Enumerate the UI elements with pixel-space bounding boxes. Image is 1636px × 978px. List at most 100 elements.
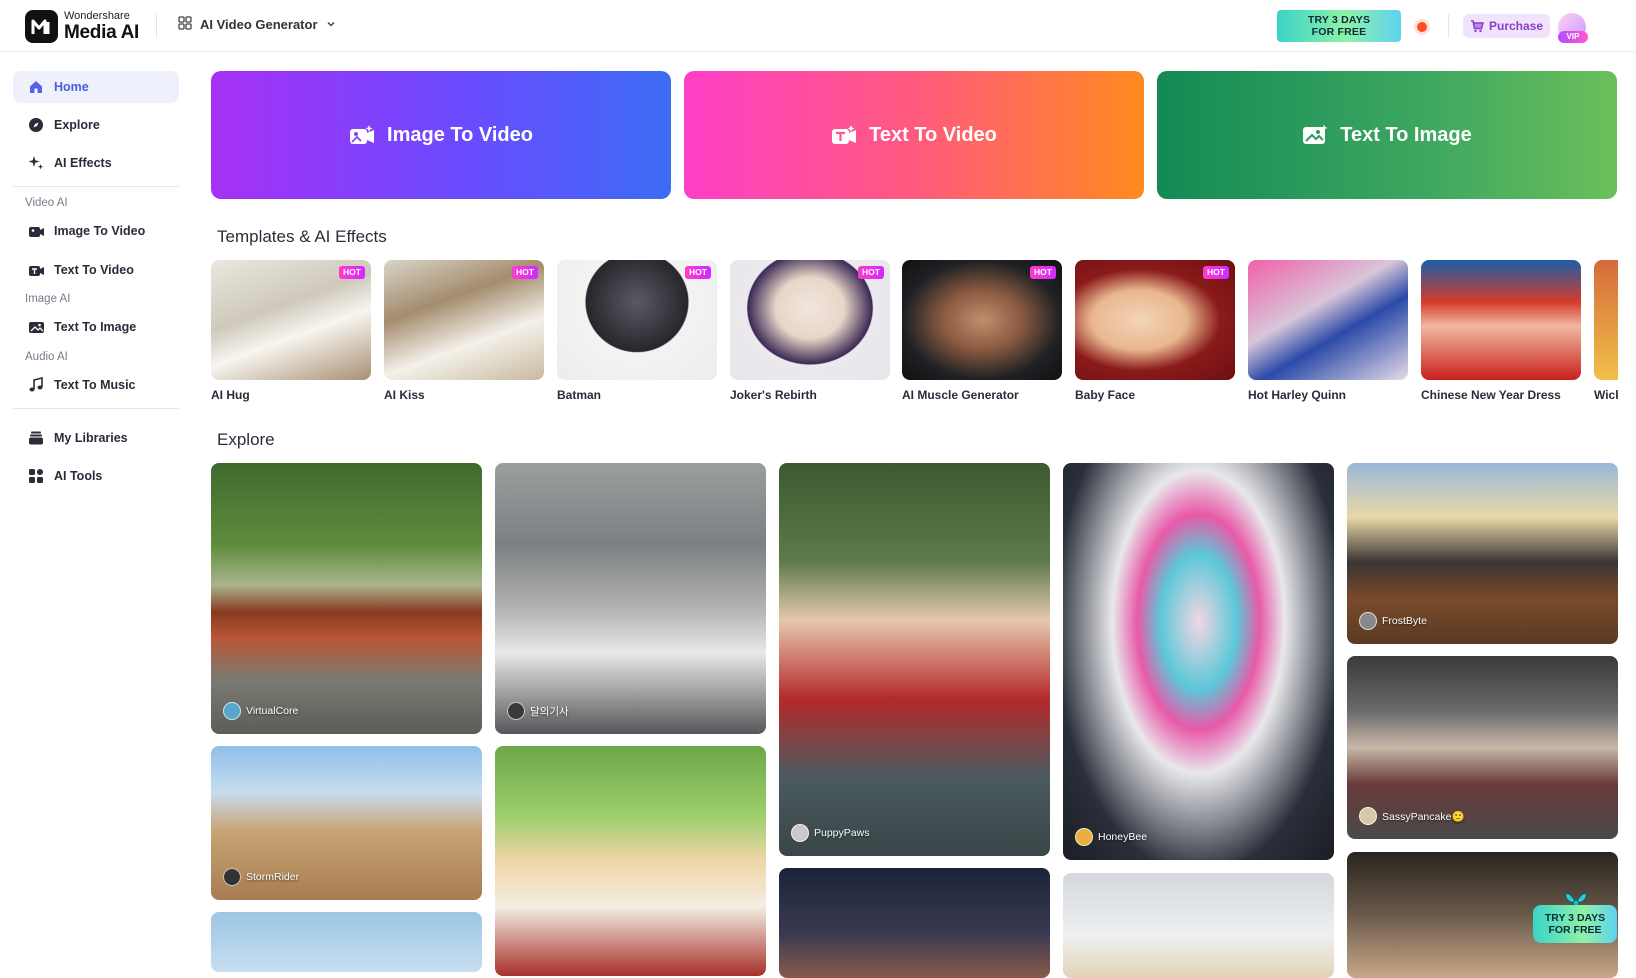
tool-switcher-dropdown[interactable]: AI Video Generator bbox=[178, 16, 336, 33]
tools-grid-icon bbox=[27, 467, 45, 485]
sidebar-divider bbox=[13, 408, 179, 409]
explore-card[interactable]: FrostByte bbox=[1347, 463, 1618, 644]
purchase-button[interactable]: Purchase bbox=[1463, 14, 1550, 38]
sidebar-item-text-to-music[interactable]: Text To Music bbox=[13, 369, 179, 401]
explore-card[interactable] bbox=[1063, 873, 1334, 978]
author-name: FrostByte bbox=[1382, 615, 1427, 627]
brand-product: Media AI bbox=[64, 22, 140, 43]
template-thumbnail: HOT bbox=[1075, 260, 1235, 380]
promo-line-2-free: FREE bbox=[1573, 924, 1602, 936]
text-video-icon bbox=[27, 261, 45, 279]
top-header: Wondershare Media AI AI Video Generator … bbox=[0, 0, 1636, 52]
header-divider-2 bbox=[1448, 14, 1449, 38]
template-thumbnail bbox=[1594, 260, 1618, 380]
sidebar-item-my-libraries[interactable]: My Libraries bbox=[13, 422, 179, 454]
hero-text-to-image-button[interactable]: Text To Image bbox=[1157, 71, 1617, 199]
tool-switcher-label: AI Video Generator bbox=[200, 17, 318, 32]
sidebar-item-label: Home bbox=[54, 80, 89, 94]
template-name: Wick bbox=[1594, 388, 1618, 402]
promo-line-1: TRY 3 DAYS bbox=[1544, 912, 1606, 924]
chevron-down-icon bbox=[326, 17, 336, 32]
trial-line-1: TRY 3 DAYS bbox=[1307, 14, 1371, 26]
template-thumbnail: HOT bbox=[730, 260, 890, 380]
author-avatar bbox=[507, 702, 525, 720]
hot-badge: HOT bbox=[339, 266, 365, 279]
template-card-baby-face[interactable]: HOT Baby Face bbox=[1075, 260, 1235, 402]
text-image-icon bbox=[1303, 124, 1328, 144]
sidebar-item-image-to-video[interactable]: Image To Video bbox=[13, 215, 179, 247]
text-image-icon bbox=[27, 318, 45, 336]
apps-grid-icon bbox=[178, 16, 192, 33]
author-name: VirtualCore bbox=[246, 705, 299, 717]
hero-text-to-video-button[interactable]: Text To Video bbox=[684, 71, 1144, 199]
sidebar-item-explore[interactable]: Explore bbox=[13, 109, 179, 141]
sidebar-item-ai-effects[interactable]: AI Effects bbox=[13, 147, 179, 179]
hero-label: Text To Video bbox=[869, 123, 997, 146]
sidebar-divider bbox=[13, 186, 179, 187]
template-name: Batman bbox=[557, 388, 602, 402]
explore-card[interactable]: 달의기사 bbox=[495, 463, 766, 734]
hot-badge: HOT bbox=[1203, 266, 1229, 279]
sidebar-section-image-ai: Image AI bbox=[25, 293, 71, 305]
image-video-icon bbox=[350, 125, 375, 144]
music-note-icon bbox=[27, 376, 45, 394]
sidebar-item-label: My Libraries bbox=[54, 431, 128, 445]
template-card-ai-muscle-generator[interactable]: HOT AI Muscle Generator bbox=[902, 260, 1062, 402]
explore-card[interactable]: SassyPancake🙂 bbox=[1347, 656, 1618, 839]
sidebar-item-text-to-video[interactable]: Text To Video bbox=[13, 254, 179, 286]
template-name: Hot Harley Quinn bbox=[1248, 388, 1347, 402]
hero-label: Image To Video bbox=[387, 123, 533, 146]
library-icon bbox=[27, 429, 45, 447]
author-name: 달의기사 bbox=[530, 705, 569, 718]
explore-card[interactable] bbox=[211, 912, 482, 972]
hero-label: Text To Image bbox=[1340, 123, 1472, 146]
cart-icon bbox=[1470, 19, 1484, 32]
template-thumbnail bbox=[1248, 260, 1408, 380]
purchase-label: Purchase bbox=[1488, 19, 1544, 33]
explore-card[interactable]: VirtualCore bbox=[211, 463, 482, 734]
explore-card[interactable]: StormRider bbox=[211, 746, 482, 900]
explore-card[interactable] bbox=[779, 868, 1050, 978]
sidebar-item-text-to-image[interactable]: Text To Image bbox=[13, 311, 179, 343]
author-avatar bbox=[1359, 807, 1377, 825]
notification-dot-icon[interactable] bbox=[1417, 22, 1427, 32]
template-card-jokers-rebirth[interactable]: HOT Joker's Rebirth bbox=[730, 260, 890, 402]
template-thumbnail: HOT bbox=[211, 260, 371, 380]
free-trial-banner[interactable]: TRY 3 DAYS FOR FREE bbox=[1277, 10, 1401, 42]
sidebar-item-ai-tools[interactable]: AI Tools bbox=[13, 460, 179, 492]
template-thumbnail: HOT bbox=[902, 260, 1062, 380]
card-author: SassyPancake🙂 bbox=[1359, 807, 1465, 825]
author-name: SassyPancake🙂 bbox=[1382, 810, 1465, 823]
sidebar-section-video-ai: Video AI bbox=[25, 197, 68, 209]
author-avatar bbox=[1359, 612, 1377, 630]
trial-line-2-free: FREE bbox=[1337, 26, 1367, 38]
template-card-ai-hug[interactable]: HOT AI Hug bbox=[211, 260, 371, 402]
template-name: Baby Face bbox=[1075, 388, 1136, 402]
app-logo[interactable]: Wondershare Media AI bbox=[25, 10, 139, 43]
media-ai-logo-icon bbox=[25, 10, 58, 43]
templates-section-title: Templates & AI Effects bbox=[217, 227, 387, 246]
author-avatar bbox=[1075, 828, 1093, 846]
hero-image-to-video-button[interactable]: Image To Video bbox=[211, 71, 671, 199]
text-video-icon bbox=[832, 125, 857, 144]
vip-badge: VIP bbox=[1558, 31, 1588, 43]
template-card-batman[interactable]: HOT Batman bbox=[557, 260, 717, 402]
template-thumbnail: HOT bbox=[384, 260, 544, 380]
explore-card[interactable] bbox=[495, 746, 766, 976]
template-card-wick[interactable]: Wick bbox=[1594, 260, 1618, 402]
template-card-hot-harley-quinn[interactable]: Hot Harley Quinn bbox=[1248, 260, 1408, 402]
template-name: Joker's Rebirth bbox=[730, 388, 817, 402]
author-name: StormRider bbox=[246, 871, 300, 883]
template-name: Chinese New Year Dress bbox=[1421, 388, 1561, 402]
sidebar-item-label: AI Tools bbox=[54, 469, 103, 483]
floating-trial-promo[interactable]: TRY 3 DAYS FOR FREE bbox=[1533, 887, 1617, 947]
explore-card[interactable]: HoneyBee bbox=[1063, 463, 1334, 860]
sidebar-item-label: Image To Video bbox=[54, 224, 146, 238]
explore-card[interactable]: PuppyPaws bbox=[779, 463, 1050, 856]
hot-badge: HOT bbox=[685, 266, 711, 279]
template-card-ai-kiss[interactable]: HOT AI Kiss bbox=[384, 260, 544, 402]
sidebar-item-home[interactable]: Home bbox=[13, 71, 179, 103]
template-card-chinese-new-year-dress[interactable]: Chinese New Year Dress bbox=[1421, 260, 1581, 402]
sidebar-section-audio-ai: Audio AI bbox=[25, 351, 68, 363]
card-author: VirtualCore bbox=[223, 702, 298, 720]
